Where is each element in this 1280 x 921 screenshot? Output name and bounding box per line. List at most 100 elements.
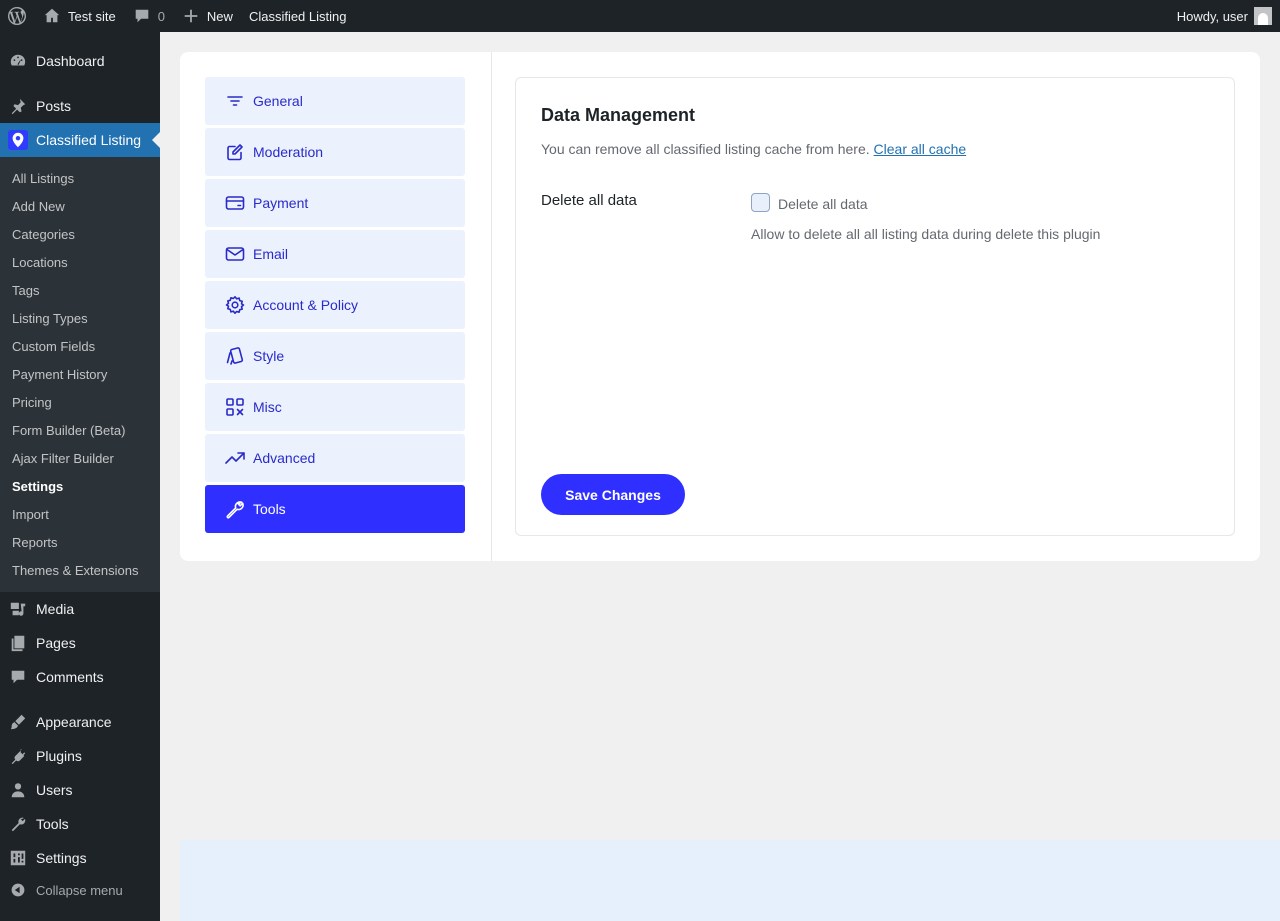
filter-lines-icon bbox=[225, 91, 245, 111]
tab-general[interactable]: General bbox=[205, 77, 465, 125]
tab-label-account-policy: Account & Policy bbox=[253, 297, 359, 313]
paintbrush-icon bbox=[0, 713, 36, 731]
submenu-item-all-listings[interactable]: All Listings bbox=[12, 171, 74, 186]
submenu-item-custom-fields[interactable]: Custom Fields bbox=[12, 339, 95, 354]
sidebar-item-plugins[interactable]: Plugins bbox=[0, 739, 160, 773]
plus-icon bbox=[181, 6, 201, 26]
tab-label-style: Style bbox=[253, 348, 285, 364]
classified-listing-icon bbox=[8, 130, 28, 150]
edit-pencil-icon bbox=[225, 142, 245, 162]
swatch-icon bbox=[225, 346, 245, 366]
settings-sliders-icon bbox=[0, 849, 36, 867]
trending-up-icon bbox=[225, 448, 245, 468]
submenu-item-categories[interactable]: Categories bbox=[12, 227, 75, 242]
section-description: You can remove all classified listing ca… bbox=[541, 141, 966, 157]
sidebar-label-settings: Settings bbox=[36, 850, 87, 866]
sidebar-label-comments: Comments bbox=[36, 669, 104, 685]
tab-tools[interactable]: Tools bbox=[205, 485, 465, 533]
pushpin-icon bbox=[0, 97, 36, 115]
site-name-link[interactable]: Test site bbox=[34, 0, 124, 32]
delete-data-checkbox-label[interactable]: Delete all data bbox=[778, 196, 868, 212]
comments-count: 0 bbox=[157, 8, 165, 24]
comments-link[interactable]: 0 bbox=[124, 0, 173, 32]
sidebar-item-dashboard[interactable]: Dashboard bbox=[0, 44, 160, 78]
sidebar-item-classified-listing[interactable]: Classified Listing bbox=[0, 123, 160, 157]
save-changes-button[interactable]: Save Changes bbox=[541, 474, 685, 515]
sidebar-label-tools: Tools bbox=[36, 816, 69, 832]
sidebar-item-comments[interactable]: Comments bbox=[0, 660, 160, 694]
sidebar-item-appearance[interactable]: Appearance bbox=[0, 705, 160, 739]
pages-icon bbox=[0, 634, 36, 652]
grid-x-icon bbox=[225, 397, 245, 417]
section-title: Data Management bbox=[541, 105, 696, 125]
sidebar-item-tools[interactable]: Tools bbox=[0, 807, 160, 841]
wrench-icon bbox=[0, 815, 36, 833]
tab-style[interactable]: Style bbox=[205, 332, 465, 380]
sidebar-label-appearance: Appearance bbox=[36, 714, 112, 730]
sidebar-label-posts: Posts bbox=[36, 98, 72, 114]
envelope-icon bbox=[225, 244, 245, 264]
sidebar-label-pages: Pages bbox=[36, 635, 76, 651]
wordpress-icon bbox=[8, 7, 26, 25]
classified-listing-link[interactable]: Classified Listing bbox=[241, 0, 355, 32]
tab-label-payment: Payment bbox=[253, 195, 309, 211]
tabs-divider bbox=[491, 52, 492, 561]
tab-label-misc: Misc bbox=[253, 399, 282, 415]
user-icon bbox=[0, 781, 36, 799]
comment-bubble-icon bbox=[132, 6, 152, 26]
tab-label-email: Email bbox=[253, 246, 289, 262]
tab-label-advanced: Advanced bbox=[253, 450, 316, 466]
my-account-link[interactable]: Howdy, user bbox=[1177, 7, 1280, 25]
submenu-item-ajax-filter-builder[interactable]: Ajax Filter Builder bbox=[12, 451, 114, 466]
submenu-item-add-new[interactable]: Add New bbox=[12, 199, 65, 214]
site-name: Test site bbox=[68, 8, 116, 24]
settings-panel: General Moderation Payment Email Account… bbox=[180, 52, 1260, 561]
comments-icon bbox=[0, 668, 36, 686]
tab-misc[interactable]: Misc bbox=[205, 383, 465, 431]
data-management-card: Data Management You can remove all class… bbox=[515, 77, 1235, 536]
delete-data-field-label: Delete all data bbox=[541, 192, 637, 209]
delete-data-checkbox[interactable] bbox=[751, 193, 770, 212]
media-icon bbox=[0, 600, 36, 618]
plug-icon bbox=[0, 747, 36, 765]
home-icon bbox=[42, 6, 62, 26]
tab-advanced[interactable]: Advanced bbox=[205, 434, 465, 482]
submenu-item-themes-extensions[interactable]: Themes & Extensions bbox=[12, 563, 138, 578]
tab-label-moderation: Moderation bbox=[253, 144, 324, 160]
collapse-menu-button[interactable]: Collapse menu bbox=[0, 873, 160, 907]
sidebar-label-plugins: Plugins bbox=[36, 748, 82, 764]
wrench-icon bbox=[225, 499, 245, 519]
sidebar-item-posts[interactable]: Posts bbox=[0, 89, 160, 123]
submenu-item-listing-types[interactable]: Listing Types bbox=[12, 311, 88, 326]
sidebar-item-settings[interactable]: Settings bbox=[0, 841, 160, 875]
tab-moderation[interactable]: Moderation bbox=[205, 128, 465, 176]
sidebar-label-classified-listing: Classified Listing bbox=[36, 132, 142, 148]
submenu-item-tags[interactable]: Tags bbox=[12, 283, 39, 298]
collapse-menu-label: Collapse menu bbox=[36, 882, 123, 898]
sidebar-item-users[interactable]: Users bbox=[0, 773, 160, 807]
submenu-item-import[interactable]: Import bbox=[12, 507, 49, 522]
sidebar-item-pages[interactable]: Pages bbox=[0, 626, 160, 660]
credit-card-icon bbox=[225, 193, 245, 213]
new-content-link[interactable]: New bbox=[173, 0, 241, 32]
submenu-item-locations[interactable]: Locations bbox=[12, 255, 68, 270]
sidebar-item-media[interactable]: Media bbox=[0, 592, 160, 626]
submenu-item-pricing[interactable]: Pricing bbox=[12, 395, 52, 410]
submenu-item-reports[interactable]: Reports bbox=[12, 535, 58, 550]
gear-icon bbox=[225, 295, 245, 315]
delete-data-help-text: Allow to delete all all listing data dur… bbox=[751, 226, 1101, 242]
footer-strip bbox=[180, 840, 1280, 921]
sidebar-label-dashboard: Dashboard bbox=[36, 53, 105, 69]
admin-bar: Test site 0 New Classified Listing Howdy… bbox=[0, 0, 1280, 32]
tab-label-tools: Tools bbox=[253, 501, 286, 517]
tab-account-policy[interactable]: Account & Policy bbox=[205, 281, 465, 329]
tab-label-general: General bbox=[253, 93, 303, 109]
submenu-item-form-builder[interactable]: Form Builder (Beta) bbox=[12, 423, 125, 438]
tab-payment[interactable]: Payment bbox=[205, 179, 465, 227]
clear-cache-link[interactable]: Clear all cache bbox=[874, 141, 967, 157]
wordpress-logo-button[interactable] bbox=[0, 0, 34, 32]
submenu-item-settings[interactable]: Settings bbox=[12, 479, 63, 494]
tab-email[interactable]: Email bbox=[205, 230, 465, 278]
admin-sidebar: Dashboard Posts Classified Listing All L… bbox=[0, 32, 160, 921]
submenu-item-payment-history[interactable]: Payment History bbox=[12, 367, 107, 382]
